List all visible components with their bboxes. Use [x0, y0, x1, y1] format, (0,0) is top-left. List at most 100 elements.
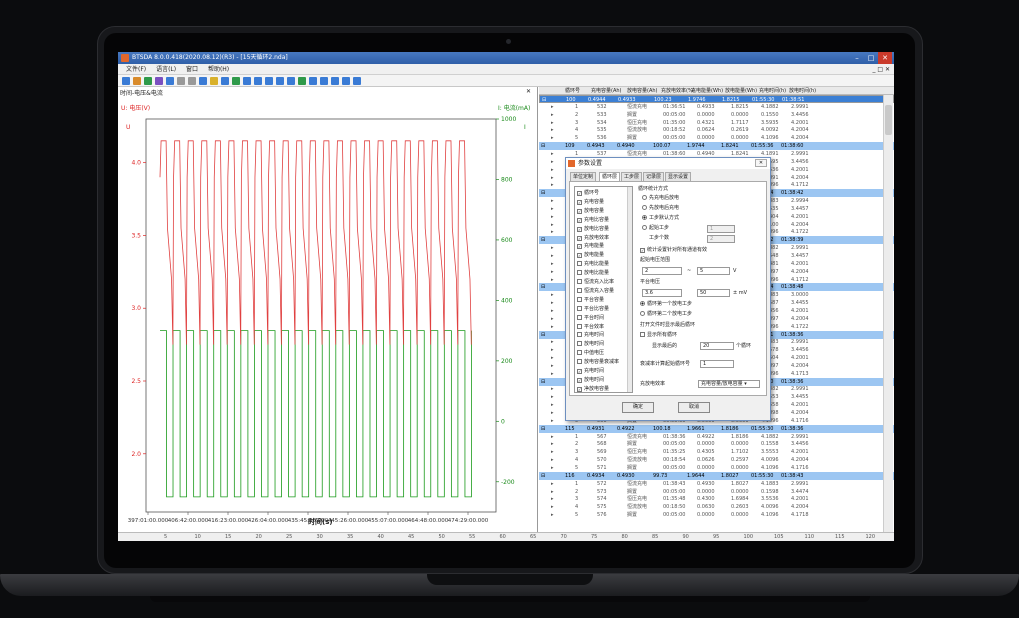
- toolbar-tool-icon[interactable]: [309, 77, 317, 85]
- column-checkbox-item[interactable]: ✓ 放电比容量: [577, 225, 609, 233]
- toolbar-tool-icon[interactable]: [166, 77, 174, 85]
- step-icon[interactable]: ▸: [551, 221, 554, 229]
- toolbar-tool-icon[interactable]: [331, 77, 339, 85]
- mdi-controls[interactable]: _ □ ✕: [872, 64, 890, 75]
- step-icon[interactable]: ▸: [551, 362, 554, 370]
- table-row[interactable]: ▸ 3 534 恒压充电 01:35:00 0.4321 1.7117 3.5935 4.200…: [539, 119, 894, 127]
- column-checkbox-item[interactable]: 平台时间: [577, 314, 604, 322]
- menu-file[interactable]: 文件(F): [126, 66, 146, 73]
- step-count-input[interactable]: 2: [707, 235, 735, 243]
- step-icon[interactable]: ▸: [551, 370, 554, 378]
- column-header[interactable]: 充电容量(Ah): [591, 87, 622, 95]
- menu-window[interactable]: 窗口: [186, 66, 198, 73]
- step-icon[interactable]: ▸: [551, 299, 554, 307]
- step-icon[interactable]: ▸: [551, 315, 554, 323]
- table-row[interactable]: ▸ 3 569 恒压充电 01:35:25 0.4305 1.7102 3.5553 4.200…: [539, 448, 894, 456]
- cancel-button[interactable]: 取消: [678, 402, 710, 413]
- step-icon[interactable]: ▸: [551, 417, 554, 425]
- scrollbar-thumb[interactable]: [885, 105, 892, 135]
- column-header[interactable]: 放电容量(Ah): [627, 87, 658, 95]
- toolbar-tool-icon[interactable]: [276, 77, 284, 85]
- toolbar-tool-icon[interactable]: [243, 77, 251, 85]
- tab-record-layer[interactable]: 记录层: [643, 172, 665, 181]
- menu-help[interactable]: 帮助(H): [208, 66, 229, 73]
- column-checkbox-item[interactable]: ✓ 充电容量: [577, 198, 604, 206]
- decay-start-input[interactable]: 1: [700, 360, 734, 368]
- menu-language[interactable]: 语言(L): [156, 66, 176, 73]
- step-icon[interactable]: ▸: [551, 244, 554, 252]
- column-checkbox-item[interactable]: 放电时间: [577, 340, 604, 348]
- step-icon[interactable]: ▸: [551, 338, 554, 346]
- table-row[interactable]: ▸ 4 575 恒流放电 00:18:50 0.0630 0.2603 4.0096 4.200…: [539, 503, 894, 511]
- platform-tolerance-input[interactable]: 50: [697, 289, 730, 297]
- step-icon[interactable]: ▸: [551, 252, 554, 260]
- collapse-icon[interactable]: ⊟: [541, 142, 545, 150]
- step-icon[interactable]: ▸: [551, 409, 554, 417]
- step-icon[interactable]: ▸: [551, 291, 554, 299]
- step-icon[interactable]: ▸: [551, 480, 554, 488]
- column-checkbox-item[interactable]: 放电容量衰减率: [577, 358, 619, 366]
- table-row[interactable]: ⊟ 116 0.4934 0.4930 99.73 1.9644 1.8027 01:55:3…: [539, 471, 894, 480]
- table-row[interactable]: ▸ 2 568 搁置 00:05:00 0.0000 0.0000 0.1558 3.4456: [539, 440, 894, 448]
- radio-second-discharge[interactable]: 循环第二个放电工步: [640, 311, 692, 318]
- column-checkbox-item[interactable]: 平台效率: [577, 323, 604, 331]
- collapse-icon[interactable]: ⊟: [541, 283, 545, 291]
- collapse-icon[interactable]: ⊟: [541, 189, 545, 197]
- column-checkbox-item[interactable]: ✓ 充电时间: [577, 367, 604, 375]
- column-checkbox-item[interactable]: ✓ 放电时间: [577, 376, 604, 384]
- step-icon[interactable]: ▸: [551, 433, 554, 441]
- table-row[interactable]: ▸ 1 572 恒流充电 01:38:43 0.4930 1.8027 4.1883 2.999…: [539, 480, 894, 488]
- show-last-input[interactable]: 20: [700, 342, 734, 350]
- step-icon[interactable]: ▸: [551, 197, 554, 205]
- step-icon[interactable]: ▸: [551, 276, 554, 284]
- column-checkbox-item[interactable]: ✓ 循环号: [577, 189, 599, 197]
- table-scrollbar[interactable]: [883, 95, 893, 532]
- step-icon[interactable]: ▸: [551, 393, 554, 401]
- column-checkbox-item[interactable]: 恒流充入容量: [577, 287, 614, 295]
- column-header[interactable]: 充电能量(Wh): [691, 87, 723, 95]
- step-icon[interactable]: ▸: [551, 181, 554, 189]
- voltage-current-chart[interactable]: 4.0 3.5 3.0 2.5 2.0 1000 800 600 400 200 0 -200 U I 39…: [118, 87, 538, 532]
- column-header[interactable]: 充放电效率(%): [661, 87, 695, 95]
- tab-display[interactable]: 显示设置: [665, 172, 692, 181]
- step-icon[interactable]: ▸: [551, 126, 554, 134]
- checklist-scrollbar[interactable]: [627, 187, 632, 392]
- toolbar-tool-icon[interactable]: [177, 77, 185, 85]
- step-icon[interactable]: ▸: [551, 150, 554, 158]
- collapse-icon[interactable]: ⊟: [541, 378, 545, 386]
- column-checkbox-item[interactable]: ✓ 充电能量: [577, 242, 604, 250]
- radio-charge-first[interactable]: 先充电后放电: [642, 195, 679, 202]
- toolbar-tool-icon[interactable]: [188, 77, 196, 85]
- minimize-button[interactable]: –: [850, 52, 864, 64]
- column-checkbox-item[interactable]: 充电时间: [577, 331, 604, 339]
- tab-step-layer[interactable]: 工步层: [621, 172, 643, 181]
- table-row[interactable]: ▸ 5 571 搁置 00:05:00 0.0000 0.0000 4.1096 4.1716: [539, 464, 894, 472]
- table-row[interactable]: ⊟ 100 0.4944 0.4933 100.23 1.9746 1.8215 01:55:…: [539, 95, 894, 103]
- step-icon[interactable]: ▸: [551, 503, 554, 511]
- step-icon[interactable]: ▸: [551, 158, 554, 166]
- column-checkbox-item[interactable]: ✓ 净放电容量: [577, 385, 609, 392]
- column-checkbox-item[interactable]: 中值电压: [577, 349, 604, 357]
- collapse-icon[interactable]: ⊟: [541, 425, 545, 433]
- step-icon[interactable]: ▸: [551, 495, 554, 503]
- table-row[interactable]: ▸ 5 536 搁置 00:05:00 0.0000 0.0000 4.1096 4.2004: [539, 134, 894, 142]
- toolbar-tool-icon[interactable]: [254, 77, 262, 85]
- toolbar-tool-icon[interactable]: [155, 77, 163, 85]
- column-header[interactable]: 循环号: [565, 87, 580, 95]
- radio-step-default[interactable]: 工步默认方式: [642, 215, 679, 222]
- ok-button[interactable]: 确定: [622, 402, 654, 413]
- start-step-input[interactable]: 1: [707, 225, 735, 233]
- column-checkbox-item[interactable]: ✓ 充电比容量: [577, 216, 609, 224]
- step-icon[interactable]: ▸: [551, 103, 554, 111]
- toolbar-tool-icon[interactable]: [342, 77, 350, 85]
- column-header[interactable]: 放电能量(Wh): [725, 87, 757, 95]
- step-icon[interactable]: ▸: [551, 307, 554, 315]
- step-icon[interactable]: ▸: [551, 268, 554, 276]
- step-icon[interactable]: ▸: [551, 119, 554, 127]
- step-icon[interactable]: ▸: [551, 464, 554, 472]
- table-row[interactable]: ⊟ 115 0.4931 0.4922 100.18 1.9661 1.8186 01:55:…: [539, 424, 894, 433]
- dialog-close-button[interactable]: ✕: [755, 159, 767, 167]
- column-checkbox-item[interactable]: ✓ 放电容量: [577, 207, 604, 215]
- column-checkbox-item[interactable]: 平台容量: [577, 296, 604, 304]
- voltage-from-input[interactable]: 2: [642, 267, 682, 275]
